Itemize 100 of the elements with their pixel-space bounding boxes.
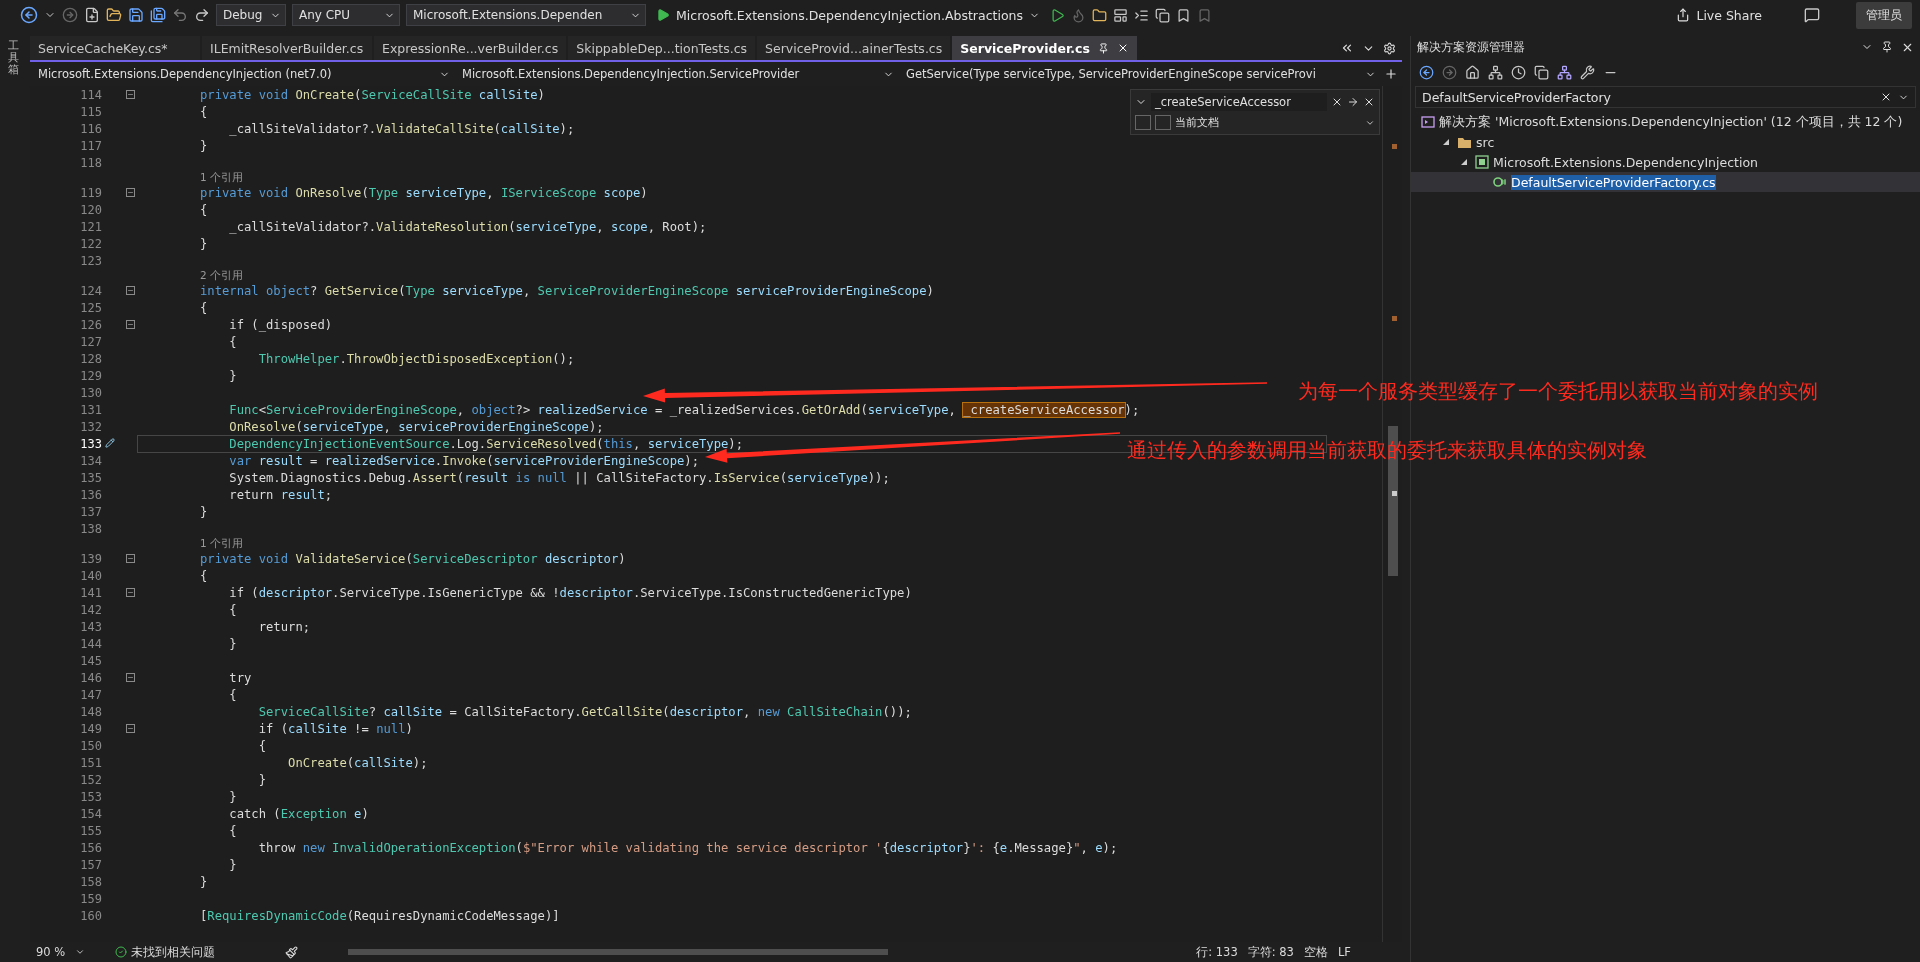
open-folder-icon[interactable] (106, 7, 122, 23)
scope-dropdown[interactable]: 当前文档 (1175, 115, 1375, 130)
new-file-icon[interactable] (84, 7, 100, 23)
code-line: { (199, 299, 209, 316)
platform-dropdown[interactable]: Any CPU (292, 4, 400, 26)
save-icon[interactable] (128, 7, 144, 23)
collapse-icon[interactable] (126, 588, 135, 597)
code-line: { (199, 567, 209, 584)
line-number: 137 (79, 504, 102, 519)
folder-icon[interactable] (1092, 7, 1107, 23)
tree-item[interactable]: DefaultServiceProviderFactory.cs (1411, 172, 1920, 192)
line-number: 152 (79, 772, 102, 787)
line-number: 138 (79, 521, 102, 536)
split-icon[interactable] (1384, 67, 1398, 81)
code-line: internal object? GetService(Type serviceType, ServiceProviderEngineScope serviceProviderEngineScope) (199, 282, 935, 299)
folder-icon (1457, 135, 1472, 149)
user-badge[interactable]: 管理员 (1856, 1, 1912, 29)
project-dropdown[interactable]: Microsoft.Extensions.Dependen (406, 4, 646, 26)
member-nav-dropdown[interactable]: GetService(Type serviceType, ServiceProviderEngineScope serviceProvi (902, 64, 1380, 84)
line-number: 156 (79, 840, 102, 855)
flame-icon[interactable] (1071, 7, 1086, 23)
reference-count[interactable]: 2 个引用 (196, 268, 244, 283)
file-tab[interactable]: ServiceProvid...ainerTests.cs (757, 36, 951, 60)
configuration-dropdown[interactable]: Debug (216, 4, 286, 26)
copy-icon[interactable] (1155, 7, 1170, 23)
run-icon[interactable] (1050, 7, 1065, 23)
type-nav-dropdown[interactable]: Microsoft.Extensions.DependencyInjection.ServiceProvider (458, 64, 898, 84)
back-icon[interactable] (1419, 64, 1434, 80)
forward-icon[interactable] (62, 7, 78, 23)
collapse-icon[interactable] (126, 724, 135, 733)
code-line: var result = realizedService.Invoke(serviceProviderEngineScope); (228, 452, 700, 469)
home-icon[interactable] (1465, 64, 1480, 80)
zoom-dropdown[interactable]: 90 % (36, 945, 66, 959)
edit-icon[interactable] (105, 438, 115, 448)
line-number: 129 (79, 368, 102, 383)
pin-icon[interactable] (1097, 42, 1109, 54)
undo-icon[interactable] (172, 7, 188, 23)
collapse-icon[interactable] (126, 554, 135, 563)
toolbox-tab[interactable]: 工具箱 (8, 40, 19, 77)
code-line: return result; (228, 486, 334, 503)
next-icon[interactable] (1347, 96, 1359, 108)
redo-icon[interactable] (194, 7, 210, 23)
collapse-icon[interactable] (126, 673, 135, 682)
line-number: 116 (79, 121, 102, 136)
clear-icon[interactable] (1331, 96, 1343, 108)
file-tab[interactable]: ServiceProvider.cs (952, 36, 1137, 60)
collapse-icon[interactable] (126, 90, 135, 99)
tree-item[interactable]: src (1411, 132, 1920, 152)
project-nav-dropdown[interactable]: Microsoft.Extensions.DependencyInjection (net7.0) (34, 64, 454, 84)
issues-indicator[interactable]: 未找到相关问题 (115, 944, 216, 960)
history-icon[interactable] (1511, 64, 1526, 80)
tree-item[interactable]: 解决方案 'Microsoft.Extensions.DependencyInjection' (12 个项目，共 12 个) (1411, 112, 1920, 132)
line-number: 145 (79, 653, 102, 668)
save-all-icon[interactable] (150, 7, 166, 23)
line-number: 158 (79, 874, 102, 889)
reference-count[interactable]: 1 个引用 (196, 170, 244, 185)
collapse-icon[interactable] (126, 320, 135, 329)
layout-icon[interactable] (1113, 7, 1128, 23)
line-number: 147 (79, 687, 102, 702)
line-number: 157 (79, 857, 102, 872)
whole-word-toggle[interactable] (1155, 115, 1171, 130)
find-field[interactable]: _createServiceAccessor (1151, 93, 1327, 111)
panel-title: 解决方案资源管理器 (1417, 38, 1526, 56)
collapse-icon[interactable] (126, 188, 135, 197)
file-tab[interactable]: ExpressionRe...verBuilder.cs (374, 36, 567, 60)
brush-icon[interactable] (285, 945, 299, 959)
file-tab[interactable]: SkippableDep...tionTests.cs (568, 36, 756, 60)
line-ending-indicator[interactable]: LF (1337, 945, 1351, 959)
code-line: { (257, 737, 268, 754)
line-number: 118 (79, 155, 102, 170)
back-icon[interactable] (20, 6, 38, 24)
forward-icon[interactable] (1442, 64, 1457, 80)
code-line: if (descriptor.ServiceType.IsGenericType && !descriptor.ServiceType.IsConstructedGenericType) (228, 584, 913, 601)
search-field[interactable]: DefaultServiceProviderFactory (1415, 86, 1916, 108)
overflow-icon[interactable] (1340, 41, 1354, 55)
file-tab[interactable]: ILEmitResolverBuilder.cs (202, 36, 372, 60)
line-indicator[interactable]: 行: 133 (1196, 944, 1238, 960)
reference-count[interactable]: 1 个引用 (196, 536, 244, 551)
start-button[interactable]: Microsoft.Extensions.DependencyInjection.Abstractions (652, 7, 1044, 23)
properties-icon[interactable] (1580, 64, 1595, 80)
match-case-toggle[interactable] (1135, 115, 1151, 130)
live-share-button[interactable]: Live Share (1670, 6, 1768, 24)
code-line: if (_disposed) (228, 316, 334, 333)
settings-icon[interactable] (1383, 41, 1396, 55)
feedback-icon[interactable] (1804, 7, 1820, 23)
caret-icon[interactable] (75, 947, 86, 957)
line-number: 128 (79, 351, 102, 366)
annotation-text: 为每一个服务类型缓存了一个委托用以获取当前对象的实例 (1298, 379, 1818, 404)
collapse-icon[interactable] (126, 286, 135, 295)
indent-icon[interactable] (1134, 7, 1149, 23)
pin-icon[interactable] (1881, 41, 1893, 53)
tree-item[interactable]: Microsoft.Extensions.DependencyInjection (1411, 152, 1920, 172)
code-line: } (199, 137, 209, 154)
line-number: 142 (79, 602, 102, 617)
close-icon[interactable] (1363, 96, 1375, 108)
indent-indicator[interactable]: 空格 (1303, 944, 1328, 960)
code-line: { (228, 822, 238, 839)
bookmark-icon[interactable] (1176, 7, 1191, 23)
column-indicator[interactable]: 字符: 83 (1247, 944, 1294, 960)
file-tab[interactable]: ServiceCacheKey.cs* (30, 36, 200, 60)
